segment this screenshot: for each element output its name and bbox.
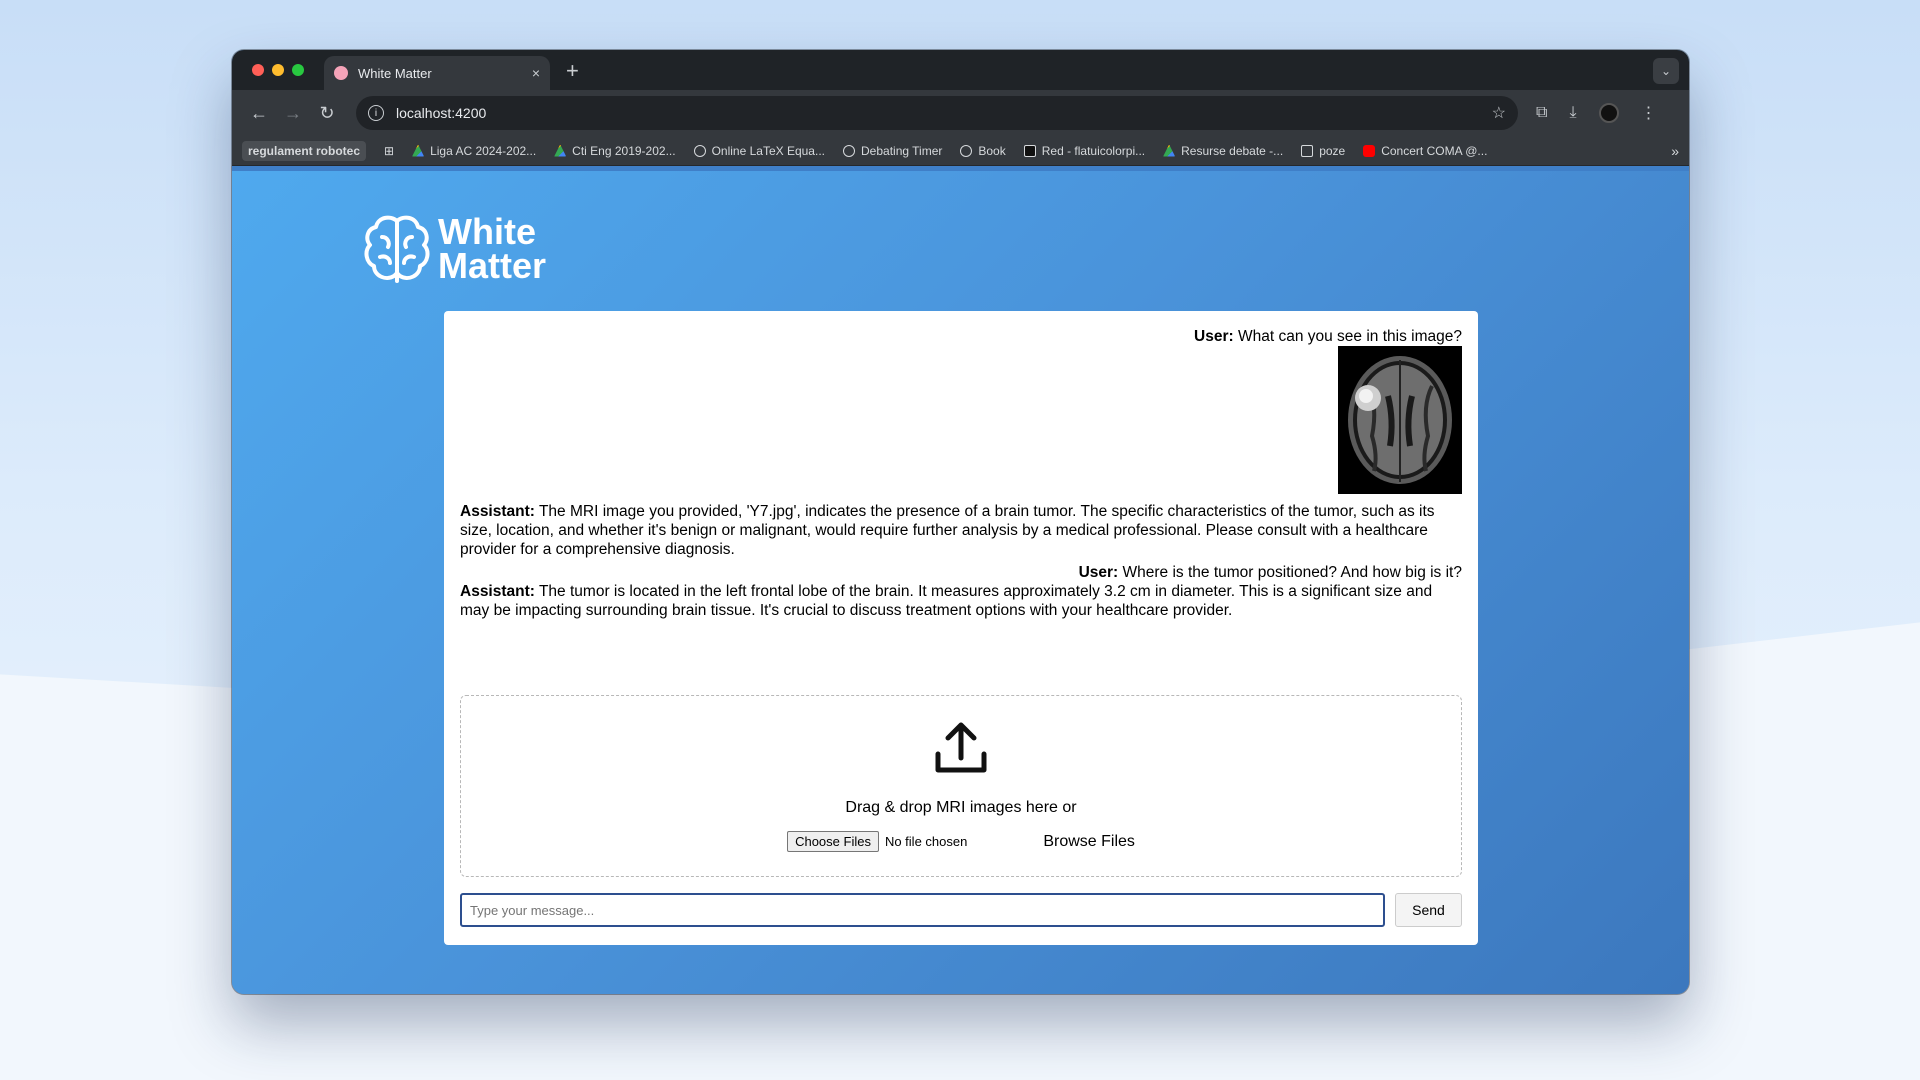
message-text: Where is the tumor positioned? And how b…: [1118, 564, 1462, 581]
new-tab-button[interactable]: +: [566, 58, 579, 84]
site-info-icon[interactable]: i: [368, 105, 384, 121]
tab-close-icon[interactable]: ×: [532, 65, 540, 81]
bookmark-item[interactable]: Online LaTeX Equa...: [693, 144, 825, 158]
tab-title: White Matter: [358, 65, 432, 81]
extensions-icon[interactable]: ⧉: [1536, 104, 1547, 122]
message-input[interactable]: [460, 893, 1385, 927]
assistant-message: Assistant: The MRI image you provided, '…: [460, 502, 1462, 559]
url-text[interactable]: localhost:4200: [396, 105, 1492, 121]
maximize-window-button[interactable]: [292, 64, 304, 76]
bookmark-regulament-robotec[interactable]: regulament robotec: [242, 140, 367, 161]
message-text: The tumor is located in the left frontal…: [460, 583, 1433, 619]
tab-white-matter[interactable]: White Matter ×: [324, 56, 550, 90]
window-controls: [252, 64, 304, 76]
app-page: White Matter User: What can you see in t…: [232, 171, 1689, 994]
download-icon[interactable]: ⤓: [1569, 104, 1576, 122]
user-message: User: Where is the tumor positioned? And…: [460, 563, 1462, 582]
bookmark-item[interactable]: Cti Eng 2019-202...: [554, 144, 676, 158]
drive-icon: [554, 144, 567, 157]
message-text: The MRI image you provided, 'Y7.jpg', in…: [460, 503, 1435, 558]
user-message: User: What can you see in this image?: [460, 327, 1462, 346]
message-role: Assistant:: [460, 503, 535, 520]
bookmark-item[interactable]: Concert COMA @...: [1363, 144, 1487, 158]
file-dropzone[interactable]: Drag & drop MRI images here or Choose Fi…: [460, 695, 1462, 877]
upload-icon: [935, 722, 987, 773]
browse-files-button[interactable]: Browse Files: [1043, 833, 1135, 851]
back-button[interactable]: ←: [242, 103, 276, 124]
bookmark-item[interactable]: Book: [960, 144, 1006, 158]
bookmark-item[interactable]: poze: [1301, 144, 1345, 158]
no-file-status: No file chosen: [884, 834, 968, 849]
mri-image: [1338, 346, 1462, 494]
message-text: What can you see in this image?: [1233, 328, 1462, 345]
chat-history: User: What can you see in this image? As…: [460, 327, 1462, 683]
bookmark-item[interactable]: Red - flatuicolorpi...: [1023, 144, 1145, 158]
dropzone-instruction: Drag & drop MRI images here or: [845, 799, 1077, 816]
youtube-icon: [1363, 144, 1376, 157]
brain-favicon-icon: [334, 66, 348, 80]
apps-grid-icon[interactable]: ⊞: [384, 144, 394, 158]
close-window-button[interactable]: [252, 64, 264, 76]
browser-window: White Matter × + ⌄ ← → ↻ i localhost:420…: [232, 50, 1689, 994]
logo-line-2: Matter: [438, 245, 547, 286]
drive-icon: [1163, 144, 1176, 157]
send-button[interactable]: Send: [1395, 893, 1462, 927]
minimize-window-button[interactable]: [272, 64, 284, 76]
assistant-message: Assistant: The tumor is located in the l…: [460, 582, 1462, 620]
chat-card: User: What can you see in this image? As…: [444, 311, 1478, 945]
browser-toolbar: ← → ↻ i localhost:4200 ☆ ⧉ ⤓ ⋮: [232, 90, 1689, 136]
bookmarks-bar: regulament robotec ⊞ Liga AC 2024-202...…: [232, 136, 1689, 166]
reload-button[interactable]: ↻: [310, 103, 344, 124]
brain-icon: [364, 215, 430, 283]
message-role: Assistant:: [460, 583, 535, 600]
bookmark-item[interactable]: Liga AC 2024-202...: [412, 144, 536, 158]
folder-icon: [1301, 144, 1314, 157]
globe-icon: [960, 144, 973, 157]
bookmark-item[interactable]: Resurse debate -...: [1163, 144, 1283, 158]
bookmark-item[interactable]: Debating Timer: [843, 144, 942, 158]
tab-search-button[interactable]: ⌄: [1653, 58, 1679, 84]
profile-avatar[interactable]: [1598, 103, 1619, 123]
globe-icon: [693, 144, 706, 157]
choose-files-button[interactable]: Choose Files: [787, 831, 879, 852]
drive-icon: [412, 144, 425, 157]
tab-strip: White Matter × + ⌄: [232, 50, 1689, 90]
browser-menu-icon[interactable]: ⋮: [1641, 103, 1657, 123]
f-icon: [1023, 144, 1036, 157]
more-bookmarks-button[interactable]: »: [1671, 143, 1679, 159]
bookmark-star-icon[interactable]: ☆: [1492, 103, 1506, 123]
forward-button[interactable]: →: [276, 103, 310, 124]
logo-line-1: White: [438, 211, 536, 252]
globe-icon: [843, 144, 855, 157]
message-role: User:: [1078, 564, 1119, 581]
message-role: User:: [1194, 328, 1234, 345]
logo: White Matter: [362, 213, 546, 285]
address-bar[interactable]: i localhost:4200 ☆: [356, 96, 1518, 130]
